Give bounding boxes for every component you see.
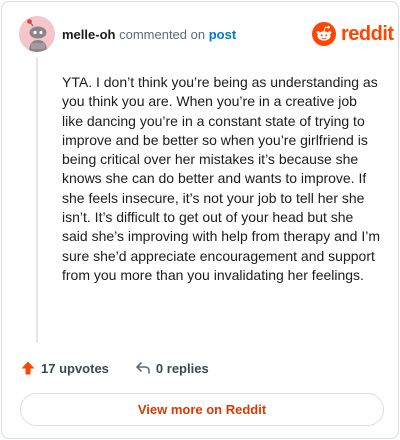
comment-body: YTA. I don’t think you’re being as under… [62, 74, 381, 283]
comment-footer: 17 upvotes 0 replies [20, 360, 209, 376]
thread-line [36, 58, 38, 343]
replies-count: 0 replies [155, 360, 209, 376]
username-link[interactable]: melle-oh [62, 27, 115, 42]
upvote-arrow-icon [21, 361, 35, 375]
replies-button[interactable]: 0 replies [135, 360, 209, 376]
comment-header: melle-oh commented on post [62, 27, 236, 43]
upvote-button[interactable]: 17 upvotes [20, 360, 109, 376]
avatar[interactable] [19, 16, 55, 52]
upvotes-count: 17 upvotes [41, 360, 109, 376]
reddit-logo-icon [312, 22, 336, 46]
action-text: commented on [119, 27, 206, 42]
reply-arrow-icon [136, 362, 150, 374]
comment-embed-card: melle-oh commented on post reddit YTA. I… [1, 1, 399, 439]
snoo-avatar-icon [19, 16, 55, 52]
view-more-button[interactable]: View more on Reddit [20, 393, 384, 426]
post-link[interactable]: post [209, 27, 236, 42]
reddit-brand[interactable]: reddit [312, 22, 394, 46]
reddit-wordmark: reddit [341, 23, 394, 45]
